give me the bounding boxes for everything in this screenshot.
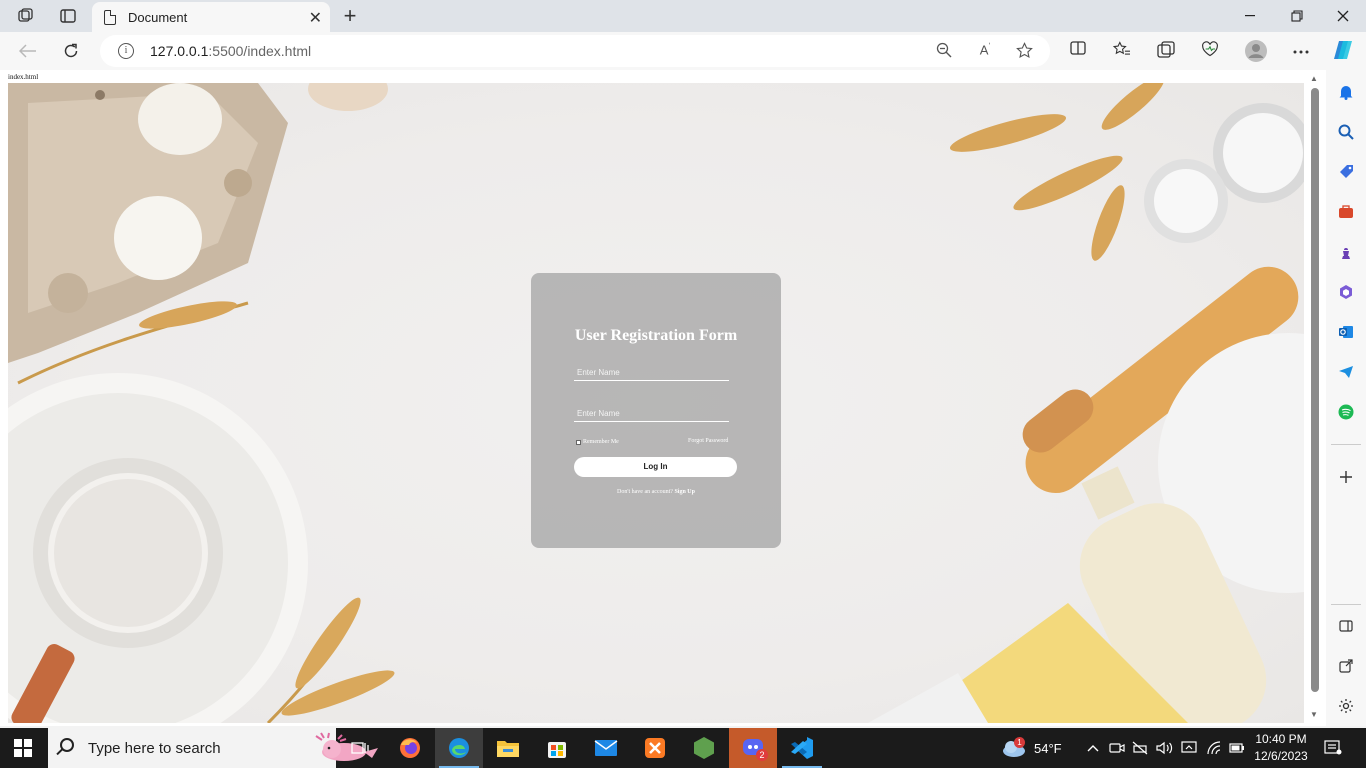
page-scrollbar[interactable]: ▲ ▼	[1308, 72, 1322, 724]
settings-gear-icon[interactable]	[1334, 694, 1358, 718]
notification-center-icon[interactable]	[1324, 728, 1342, 768]
clock-date: 12/6/2023	[1254, 749, 1308, 763]
show-hidden-icons-chevron-icon[interactable]	[1087, 728, 1099, 768]
favorite-star-icon[interactable]	[1014, 42, 1034, 63]
taskbar-search-placeholder: Type here to search	[88, 740, 221, 757]
windows-taskbar: Type here to search 2 1 54°F 10:40 PM 12…	[0, 728, 1366, 768]
search-icon[interactable]	[1334, 120, 1358, 144]
tools-briefcase-icon[interactable]	[1334, 200, 1358, 224]
edge-icon[interactable]	[435, 728, 483, 768]
wifi-icon[interactable]	[1206, 728, 1222, 768]
page-file-label: index.html	[8, 73, 39, 81]
outlook-icon[interactable]	[1334, 320, 1358, 344]
hide-sidebar-icon[interactable]	[1334, 614, 1358, 638]
remember-me-checkbox[interactable]	[576, 439, 581, 445]
browser-essentials-icon[interactable]	[1198, 41, 1222, 61]
vscode-icon[interactable]	[778, 728, 826, 768]
add-app-plus-icon[interactable]	[1334, 465, 1358, 489]
forgot-password-link[interactable]: Forgot Password	[688, 438, 728, 444]
site-info-icon[interactable]: i	[118, 43, 134, 59]
network-off-icon[interactable]	[1132, 728, 1148, 768]
microsoft-365-icon[interactable]	[1334, 280, 1358, 304]
firefox-icon[interactable]	[386, 728, 434, 768]
search-icon	[60, 738, 74, 752]
taskbar-search-box[interactable]: Type here to search	[48, 728, 378, 768]
signup-prompt: Don't have an account?	[617, 489, 673, 495]
tab-title: Document	[128, 9, 188, 25]
form-title: User Registration Form	[574, 327, 738, 344]
display-icon[interactable]	[1181, 728, 1197, 768]
discord-icon[interactable]: 2	[729, 728, 777, 768]
document-icon	[104, 9, 116, 25]
read-aloud-icon[interactable]: Aʼ	[975, 42, 995, 57]
new-tab-button[interactable]: +	[338, 3, 362, 29]
volume-icon[interactable]	[1156, 728, 1174, 768]
games-chess-icon[interactable]	[1334, 240, 1358, 264]
clock-time: 10:40 PM	[1255, 732, 1307, 746]
battery-icon[interactable]	[1229, 728, 1245, 768]
tab-actions-icon[interactable]	[54, 4, 82, 28]
tab-document[interactable]: Document ✕	[92, 2, 330, 32]
task-view-icon[interactable]	[336, 728, 384, 768]
notifications-bell-icon[interactable]	[1334, 80, 1358, 104]
file-explorer-icon[interactable]	[484, 728, 532, 768]
url-text[interactable]: 127.0.0.1:5500/index.html	[150, 43, 311, 59]
more-options-icon[interactable]	[1289, 41, 1313, 58]
mail-icon[interactable]	[582, 728, 630, 768]
address-bar[interactable]: i 127.0.0.1:5500/index.html Aʼ	[100, 35, 1050, 67]
name-field-1[interactable]	[574, 365, 729, 381]
workspaces-icon[interactable]	[12, 4, 40, 28]
windows-start-icon[interactable]	[14, 739, 32, 757]
xampp-icon[interactable]	[631, 728, 679, 768]
close-window-icon[interactable]	[1320, 4, 1366, 28]
collections-icon[interactable]	[1154, 41, 1178, 63]
weather-temperature: 54°F	[1034, 740, 1062, 756]
refresh-icon[interactable]	[58, 39, 84, 63]
restore-icon[interactable]	[1274, 4, 1320, 28]
close-tab-icon[interactable]: ✕	[309, 8, 322, 28]
login-button[interactable]: Log In	[574, 457, 737, 477]
scroll-thumb[interactable]	[1311, 88, 1319, 692]
name-field-2[interactable]	[574, 406, 729, 422]
edge-sidebar	[1326, 70, 1366, 726]
favorites-icon[interactable]	[1110, 41, 1134, 61]
microsoft-store-icon[interactable]	[533, 728, 581, 768]
meet-now-icon[interactable]	[1109, 728, 1125, 768]
back-arrow-icon[interactable]	[15, 39, 41, 63]
shopping-tag-icon[interactable]	[1334, 160, 1358, 184]
split-screen-icon[interactable]	[1066, 41, 1090, 59]
drop-send-icon[interactable]	[1334, 360, 1358, 384]
signup-link[interactable]: Sign Up	[674, 489, 695, 495]
minimize-icon[interactable]	[1228, 4, 1274, 28]
registration-form-card: User Registration Form Remember Me Forgo…	[531, 273, 781, 548]
discord-notification-badge: 2	[756, 749, 768, 761]
open-external-icon[interactable]	[1334, 654, 1358, 678]
signup-line: Don't have an account? Sign Up	[531, 489, 781, 495]
page-viewport: index.html User Registration Form Enter …	[0, 70, 1326, 726]
scroll-down-icon[interactable]: ▼	[1310, 710, 1318, 719]
spotify-icon[interactable]	[1334, 400, 1358, 424]
scroll-up-icon[interactable]: ▲	[1310, 74, 1318, 83]
tab-strip: Document ✕ +	[0, 0, 1366, 32]
zoom-out-icon[interactable]	[934, 42, 954, 62]
weather-widget[interactable]: 1 54°F	[1000, 728, 1062, 768]
remember-me-row[interactable]: Remember Me	[576, 439, 619, 445]
profile-avatar[interactable]	[1244, 39, 1268, 67]
weather-alert-badge: 1	[1014, 737, 1025, 748]
copilot-icon[interactable]	[1331, 38, 1355, 66]
taskbar-clock[interactable]: 10:40 PM 12/6/2023	[1250, 731, 1312, 765]
remember-me-label: Remember Me	[583, 439, 619, 445]
node-js-icon[interactable]	[680, 728, 728, 768]
